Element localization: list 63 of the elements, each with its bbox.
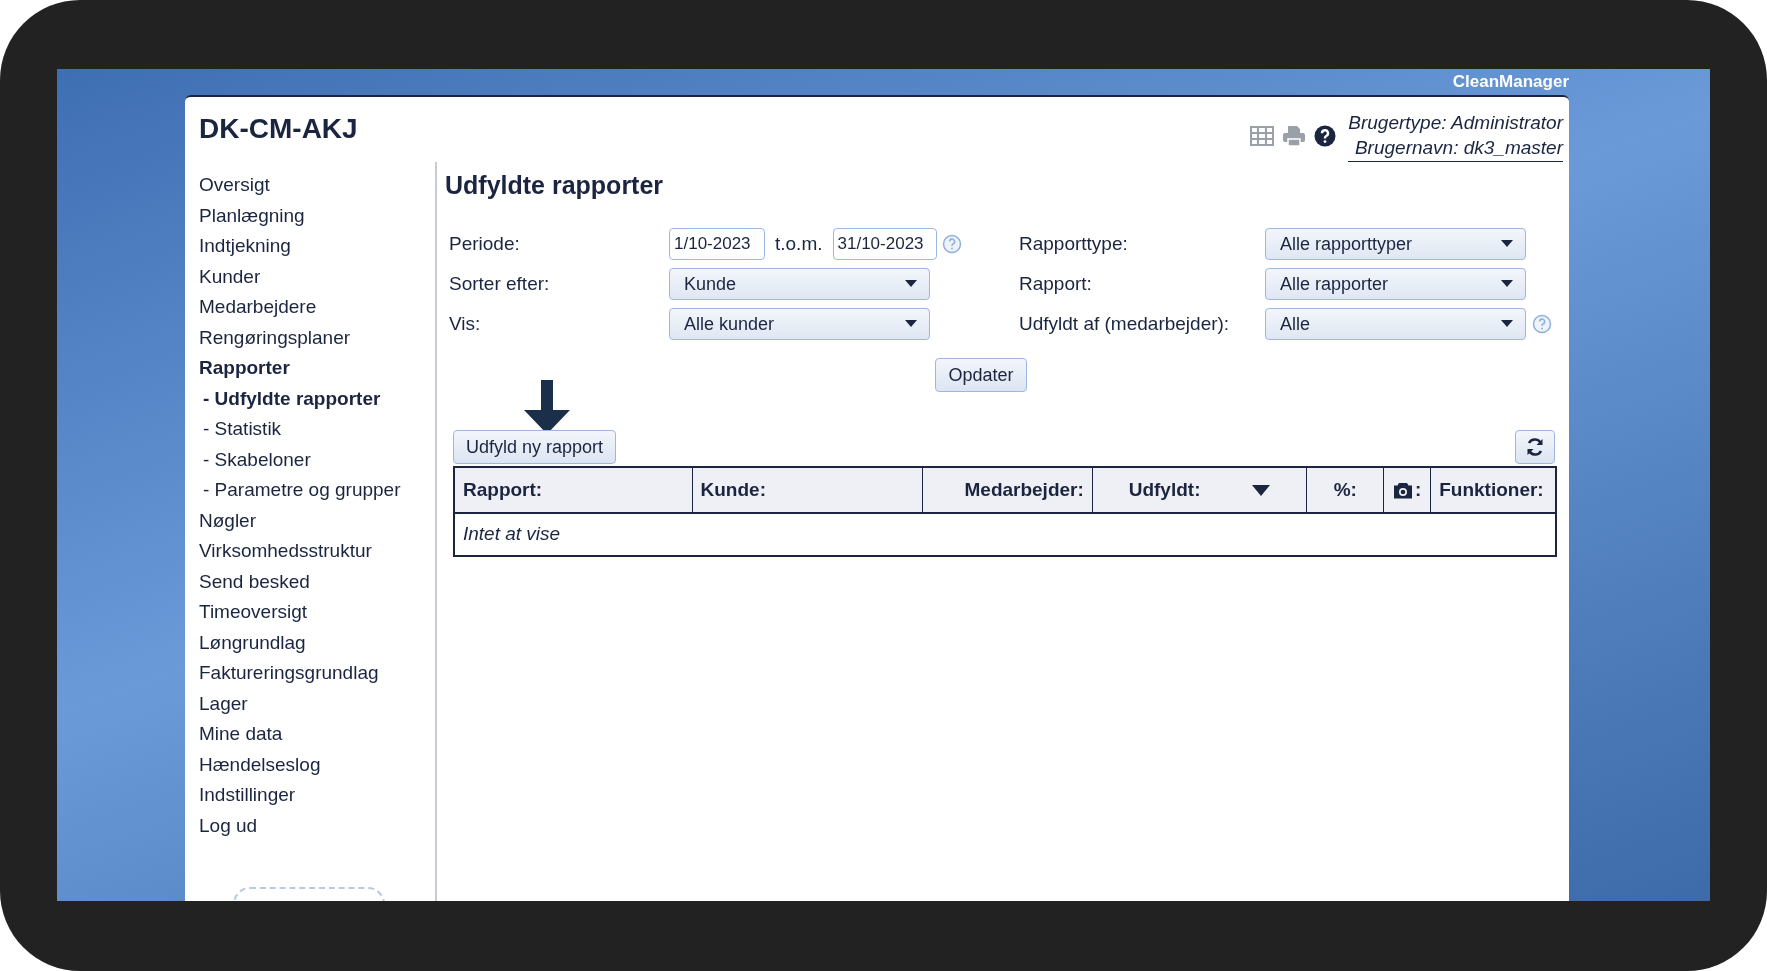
sidebar-item[interactable]: Lager [199, 688, 435, 719]
sidebar-item[interactable]: - Skabeloner [199, 444, 435, 475]
sidebar-item[interactable]: Rengøringsplaner [199, 322, 435, 353]
page-title: Udfyldte rapporter [445, 170, 665, 202]
column-header[interactable]: Medarbejder: [923, 468, 1093, 512]
select-dropdown[interactable]: Alle rapporter [1265, 268, 1526, 300]
date-field[interactable]: 31/10-2023 [832, 228, 937, 260]
refresh-button[interactable] [1515, 430, 1555, 464]
date-field[interactable]: 1/10-2023 [669, 228, 765, 260]
sidebar-item[interactable]: - Statistik [199, 414, 435, 445]
sidebar-item[interactable]: - Parametre og grupper [199, 475, 435, 506]
date-separator: t.o.m. [775, 231, 823, 256]
site-title: DK-CM-AKJ [199, 112, 358, 146]
caret-icon [1501, 240, 1513, 248]
field-label: Vis: [449, 311, 482, 336]
refresh-icon [1525, 437, 1545, 457]
select-dropdown[interactable]: Alle rapporttyper [1265, 228, 1526, 260]
field-label: Udfyldt af (medarbejder): [1019, 311, 1231, 336]
sidebar-item[interactable]: Medarbejdere [199, 292, 435, 323]
field-label: Periode: [449, 231, 521, 256]
column-header[interactable]: : [1384, 468, 1432, 512]
caret-icon [905, 320, 917, 328]
username: Brugernavn: dk3_master [1354, 136, 1563, 160]
sidebar-item[interactable]: Mine data [199, 719, 435, 750]
caret-icon [1501, 280, 1513, 288]
sidebar-item[interactable]: Kunder [199, 261, 435, 292]
help-icon[interactable] [1314, 125, 1337, 147]
sidebar-item[interactable]: Timeoversigt [199, 597, 435, 628]
select-dropdown[interactable]: Alle kunder [669, 308, 930, 340]
column-header[interactable]: Udfyldt: [1092, 468, 1308, 512]
sidebar-item[interactable]: Send besked [199, 566, 435, 597]
sidebar-item[interactable]: Indtjekning [199, 231, 435, 262]
field-label: Rapporttype: [1019, 231, 1129, 256]
sidebar-item[interactable]: Rapporter [199, 353, 435, 384]
sort-caret-icon [1252, 484, 1271, 496]
sidebar-item[interactable]: - Udfyldte rapporter [199, 383, 435, 414]
sidebar-item[interactable]: Log ud [199, 810, 435, 841]
sidebar-item[interactable]: Faktureringsgrundlag [199, 658, 435, 689]
brand-name: CleanManager [1452, 71, 1569, 94]
camera-icon [1393, 481, 1414, 499]
sidebar-item[interactable]: Nøgler [199, 505, 435, 536]
caret-icon [905, 280, 917, 288]
print-icon[interactable] [1282, 125, 1307, 147]
table-icon[interactable] [1250, 126, 1275, 146]
field-label: Rapport: [1019, 271, 1093, 296]
new-report-button[interactable]: Udfyld ny rapport [453, 430, 617, 464]
column-header[interactable]: Kunde: [692, 468, 924, 512]
update-button[interactable]: Opdater [935, 358, 1027, 392]
column-header[interactable]: Funktioner: [1431, 468, 1555, 512]
sidebar-item[interactable]: Oversigt [199, 170, 435, 201]
sidebar-item[interactable]: Planlægning [199, 200, 435, 231]
select-dropdown[interactable]: Alle [1265, 308, 1526, 340]
sidebar-item[interactable]: Virksomhedsstruktur [199, 536, 435, 567]
caret-icon [1501, 320, 1513, 328]
empty-message: Intet at vise [463, 522, 561, 547]
user-type: Brugertype: Administrator [1348, 111, 1563, 135]
sidebar-item[interactable]: Løngrundlag [199, 627, 435, 658]
field-label: Sorter efter: [449, 271, 551, 296]
sidebar-item[interactable]: Hændelseslog [199, 749, 435, 780]
column-header[interactable]: %: [1307, 468, 1385, 512]
column-header[interactable]: Rapport: [455, 468, 693, 512]
select-dropdown[interactable]: Kunde [669, 268, 930, 300]
sidebar-item[interactable]: Indstillinger [199, 780, 435, 811]
